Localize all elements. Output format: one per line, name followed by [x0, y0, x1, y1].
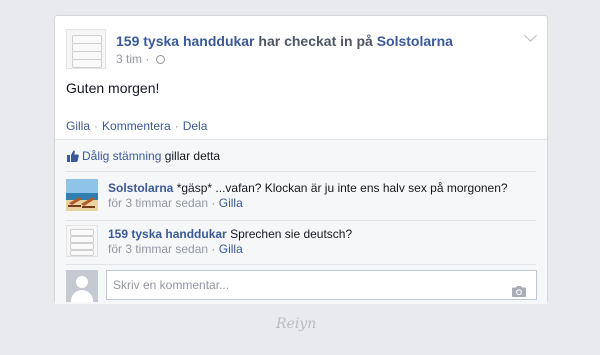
comment-item: Solstolarna *gäsp* ...vafan? Klockan är … — [66, 179, 536, 215]
checkin-text: har checkat in på — [258, 33, 373, 49]
action-separator: · — [94, 119, 99, 133]
comment-body: 159 tyska handdukar Sprechen sie deutsch… — [108, 227, 352, 257]
towel-icon — [70, 236, 94, 243]
post-timestamp[interactable]: 3 tim — [116, 52, 142, 66]
action-bar: Gilla · Kommentera · Dela — [66, 119, 207, 133]
comment-text: *gäsp* ...vafan? Klockan är ju inte ens … — [176, 181, 508, 195]
towel-stack-avatar[interactable] — [66, 225, 98, 257]
comment-like-button[interactable]: Gilla — [219, 242, 243, 256]
comment-like-button[interactable]: Gilla — [219, 196, 243, 210]
comment-item: 159 tyska handdukar Sprechen sie deutsch… — [66, 225, 536, 261]
comment-meta: för 3 timmar sedan · Gilla — [108, 196, 243, 210]
comment-separator: · — [211, 242, 216, 256]
comment-author[interactable]: Solstolarna — [108, 181, 173, 195]
comment-meta: för 3 timmar sedan · Gilla — [108, 242, 243, 256]
post-body: Guten morgen! — [66, 80, 160, 96]
comment-time[interactable]: för 3 timmar sedan — [108, 196, 208, 210]
page-avatar[interactable] — [66, 29, 106, 69]
comment-text: Sprechen sie deutsch? — [230, 227, 353, 241]
post-headline: 159 tyska handdukar har checkat in på So… — [116, 33, 453, 49]
comment-input[interactable]: Skriv en kommentar... — [106, 270, 537, 300]
beach-chairs-avatar[interactable] — [66, 179, 98, 211]
like-button[interactable]: Gilla — [66, 119, 90, 133]
post-card: 159 tyska handdukar har checkat in på So… — [54, 15, 548, 304]
liker-link[interactable]: Dålig stämning — [82, 149, 161, 163]
likes-summary: Dålig stämning gillar detta — [66, 149, 220, 165]
comment-time[interactable]: för 3 timmar sedan — [108, 242, 208, 256]
share-button[interactable]: Dela — [183, 119, 208, 133]
towel-icon — [70, 229, 94, 236]
divider — [66, 220, 536, 221]
post-header: 159 tyska handdukar har checkat in på So… — [66, 29, 537, 69]
avatar-torso — [71, 290, 93, 302]
towel-icon — [70, 250, 94, 256]
page-name-link[interactable]: 159 tyska handdukar — [116, 33, 255, 49]
avatar-head — [76, 276, 88, 288]
towel-icon — [72, 59, 102, 68]
watermark-signature: Reiyn — [276, 316, 317, 332]
action-separator: · — [174, 119, 179, 133]
thumbs-up-icon — [66, 150, 79, 165]
divider — [66, 264, 536, 265]
comment-author[interactable]: 159 tyska handdukar — [108, 227, 227, 241]
place-name-link[interactable]: Solstolarna — [377, 33, 453, 49]
towel-icon — [70, 243, 94, 250]
post-meta: 3 tim · — [116, 52, 165, 66]
comment-placeholder: Skriv en kommentar... — [113, 278, 230, 292]
comment-button[interactable]: Kommentera — [102, 119, 171, 133]
comment-body: Solstolarna *gäsp* ...vafan? Klockan är … — [108, 181, 508, 211]
avatar — [66, 270, 98, 302]
meta-separator: · — [145, 52, 150, 66]
likes-suffix: gillar detta — [164, 149, 221, 163]
comments-section: Dålig stämning gillar detta Solstolarna … — [55, 139, 547, 304]
camera-icon[interactable] — [512, 279, 526, 307]
divider — [66, 171, 536, 172]
chevron-down-icon[interactable] — [524, 29, 537, 42]
globe-icon[interactable] — [155, 55, 165, 64]
comment-separator: · — [211, 196, 216, 210]
